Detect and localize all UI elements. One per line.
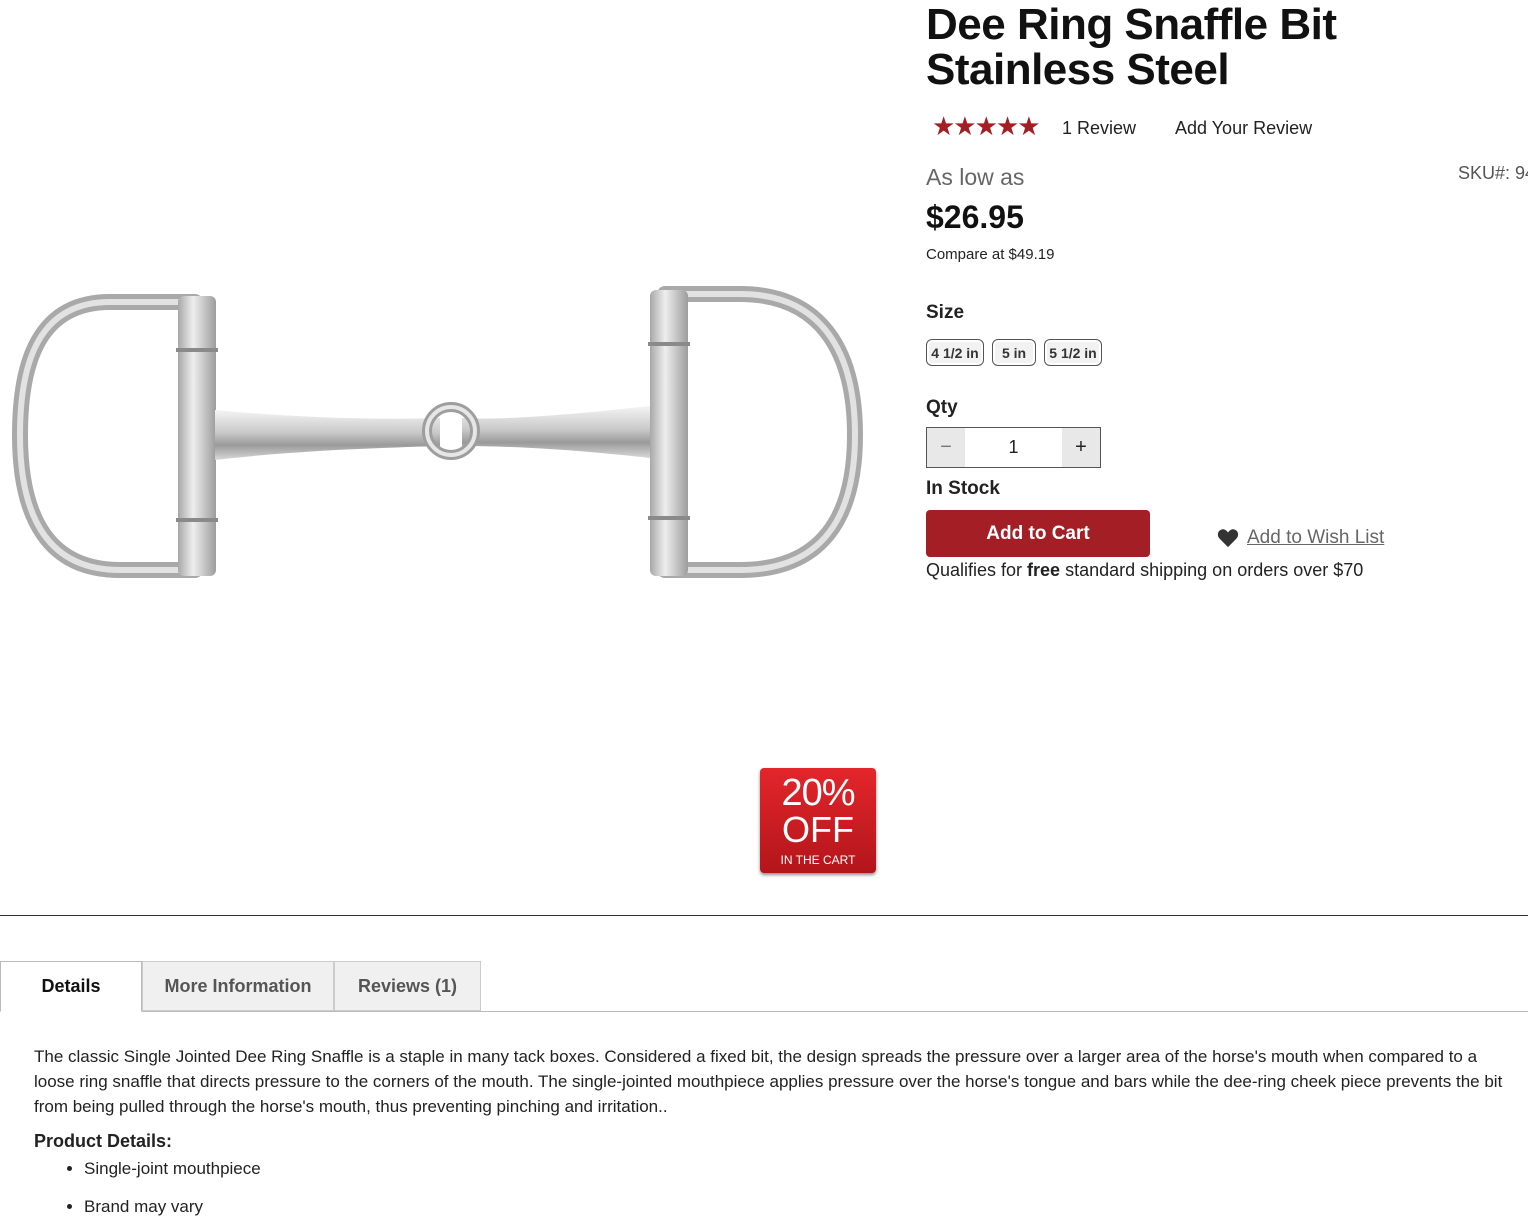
quantity-stepper: − + [926,427,1101,468]
shipping-prefix: Qualifies for [926,560,1028,580]
compare-price: Compare at $49.19 [926,246,1055,263]
price-prefix: As low as [926,164,1025,190]
tab-more-information[interactable]: More Information [142,961,334,1011]
size-label: Size [926,302,965,323]
size-option-4-1-2[interactable]: 4 1/2 in [926,339,984,366]
stock-status: In Stock [926,478,1000,499]
sku-label: SKU#: 94 [1458,163,1528,183]
shipping-note: Qualifies for free standard shipping on … [926,560,1363,581]
add-review-link[interactable]: Add Your Review [1175,118,1312,139]
add-to-cart-button[interactable]: Add to Cart [926,510,1150,557]
badge-note: IN THE CART [780,853,856,867]
product-description: The classic Single Jointed Dee Ring Snaf… [34,1047,1503,1116]
section-divider [0,915,1528,916]
size-option-5-1-2[interactable]: 5 1/2 in [1044,339,1102,366]
tab-details[interactable]: Details [0,961,142,1012]
heart-icon [1217,529,1239,548]
badge-percent: 20% [781,772,855,814]
size-option-5[interactable]: 5 in [992,339,1036,366]
badge-off: OFF [782,809,854,850]
product-price: $26.95 [926,199,1024,235]
qty-decrease-button[interactable]: − [927,428,965,467]
wishlist-label: Add to Wish List [1247,527,1385,548]
product-details-heading: Product Details: [34,1131,173,1151]
shipping-free: free [1027,560,1061,580]
qty-input[interactable] [965,428,1062,467]
product-image [11,286,864,578]
list-item: Brand may vary [84,1194,261,1219]
discount-badge: 20% OFF IN THE CART [760,768,876,873]
product-details-list: Single-joint mouthpiece Brand may vary [60,1156,261,1232]
tabs-baseline [0,1011,1528,1012]
qty-increase-button[interactable]: + [1062,428,1100,467]
shipping-suffix: standard shipping on orders over $70 [1060,560,1364,580]
rating-stars-icon[interactable]: ★★★★★ [932,112,1041,140]
list-item: Single-joint mouthpiece [84,1156,261,1181]
tab-reviews[interactable]: Reviews (1) [334,961,481,1011]
review-count-link[interactable]: 1 Review [1062,118,1136,139]
product-title: Dee Ring Snaffle Bit Stainless Steel [926,0,1337,94]
add-to-wishlist-link[interactable]: Add to Wish List [1217,527,1384,549]
qty-label: Qty [926,397,958,418]
